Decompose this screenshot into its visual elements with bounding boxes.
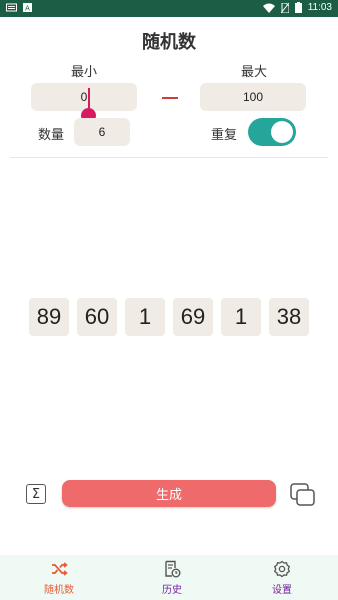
min-input[interactable]: 0 bbox=[31, 83, 137, 111]
nav-item-random[interactable]: 随机数 bbox=[3, 555, 115, 600]
nav-label-random: 随机数 bbox=[44, 584, 74, 596]
keyboard-icon bbox=[6, 3, 17, 12]
result-number: 38 bbox=[269, 298, 309, 336]
result-number: 60 bbox=[77, 298, 117, 336]
min-label: 最小 bbox=[71, 65, 98, 80]
history-icon bbox=[165, 560, 181, 577]
repeat-label: 重复 bbox=[211, 128, 238, 143]
gear-icon bbox=[273, 560, 291, 577]
count-label: 数量 bbox=[38, 128, 65, 143]
result-number: 89 bbox=[29, 298, 69, 336]
max-input[interactable]: 100 bbox=[200, 83, 306, 111]
status-bar: A 11:03 bbox=[0, 0, 338, 17]
svg-text:A: A bbox=[25, 6, 30, 13]
text-cursor bbox=[88, 88, 90, 108]
nav-item-settings[interactable]: 设置 bbox=[226, 555, 338, 600]
no-sim-icon bbox=[280, 2, 289, 13]
nav-item-history[interactable]: 历史 bbox=[116, 555, 228, 600]
nav-label-history: 历史 bbox=[162, 584, 182, 596]
page-title: 随机数 bbox=[142, 32, 196, 53]
count-input[interactable]: 6 bbox=[74, 118, 130, 146]
wifi-icon bbox=[262, 3, 275, 13]
result-number: 1 bbox=[125, 298, 165, 336]
result-number: 69 bbox=[173, 298, 213, 336]
generate-button[interactable]: 生成 bbox=[62, 480, 276, 507]
range-separator bbox=[162, 97, 178, 99]
repeat-toggle[interactable] bbox=[248, 118, 296, 146]
sum-icon[interactable]: Σ bbox=[26, 484, 46, 504]
divider bbox=[10, 157, 328, 158]
nav-label-settings: 设置 bbox=[272, 584, 292, 596]
bottom-nav: 随机数 历史 设置 bbox=[0, 555, 338, 600]
shuffle-icon bbox=[52, 561, 68, 576]
result-number: 1 bbox=[221, 298, 261, 336]
max-label: 最大 bbox=[241, 65, 268, 80]
copy-icon[interactable] bbox=[290, 483, 316, 507]
toggle-knob bbox=[271, 121, 293, 143]
status-time: 11:03 bbox=[307, 2, 332, 13]
battery-icon bbox=[294, 2, 302, 13]
app-notification-icon: A bbox=[23, 3, 32, 12]
